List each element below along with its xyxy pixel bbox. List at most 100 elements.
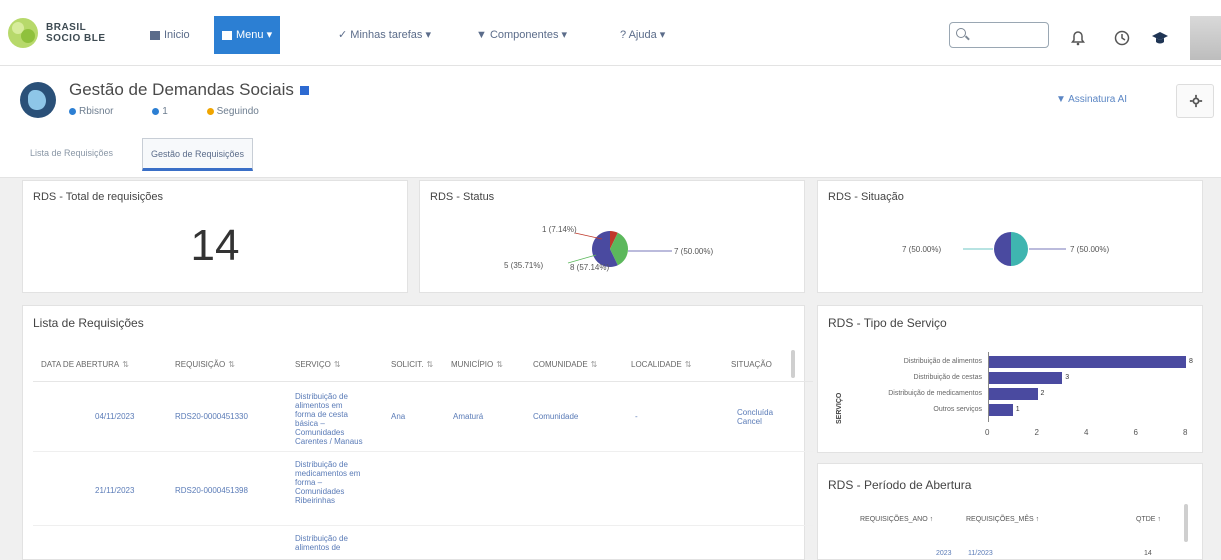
status-label-d: 7 (50.00%) — [674, 247, 714, 256]
th-situacao[interactable]: SITUAÇÃO — [731, 360, 772, 369]
hbar-plot-area: Distribuição de alimentos 8 Distribuição d… — [818, 306, 1204, 454]
search-icon — [956, 28, 966, 38]
th-servico[interactable]: SERVIÇO ⇅ — [295, 360, 341, 369]
cell-comunidade: Comunidade — [533, 412, 579, 421]
x-tick-label: 4 — [1084, 428, 1089, 437]
tipo-servico-chart-panel: RDS - Tipo de Serviço SERVIÇO Distribuiç… — [817, 305, 1203, 453]
nav-minhas-tarefas[interactable]: ✓ Minhas tarefas ▾ — [330, 16, 439, 54]
cell-situacao[interactable]: Concluída Cancel — [737, 408, 777, 426]
page-title: Gestão de Demandas Sociais — [69, 80, 309, 100]
situacao-label-right: 7 (50.00%) — [1070, 245, 1110, 254]
info-badge-icon[interactable] — [299, 86, 309, 96]
bar-category-label: Outros serviços — [933, 406, 982, 413]
x-tick-label: 8 — [1183, 428, 1188, 437]
user-avatar[interactable] — [1190, 16, 1221, 60]
table-row[interactable]: Distribuição de alimentos de — [33, 526, 813, 560]
periodo-header-ano[interactable]: REQUISIÇÕES_ANO ↑ — [860, 516, 933, 523]
status-label-a: 1 (7.14%) — [542, 225, 577, 234]
x-tick-label: 2 — [1034, 428, 1039, 437]
bar-value-label: 1 — [1015, 406, 1020, 413]
periodo-row-ano: 2023 — [936, 550, 952, 557]
total-requisicoes-card: RDS - Total de requisições 14 — [22, 180, 408, 293]
periodo-row-qtde: 14 — [1144, 550, 1152, 557]
cell-servico[interactable]: Distribuição de alimentos de — [295, 534, 365, 552]
filter-icon: ▼ — [1056, 94, 1069, 105]
situacao-label-left: 7 (50.00%) — [902, 245, 942, 254]
bar-category-label: Distribuição de cestas — [913, 374, 982, 381]
status-label-c: 8 (57.14%) — [570, 263, 610, 272]
table-row[interactable]: 21/11/2023 RDS20-0000451398 Distribuição… — [33, 452, 813, 526]
globe-icon — [20, 82, 56, 118]
header-scrollbar[interactable] — [791, 350, 795, 378]
bar-category-label: Distribuição de medicamentos — [888, 390, 982, 397]
nav-inicio[interactable]: Inicio — [142, 16, 198, 54]
periodo-header-mes[interactable]: REQUISIÇÕES_MÊS ↑ — [966, 516, 1039, 523]
bar[interactable] — [988, 404, 1013, 416]
search-input[interactable] — [949, 22, 1049, 48]
pin-icon: ▼ — [476, 29, 490, 41]
cell-municipio: Amaturá — [453, 412, 484, 421]
logo-leaf-icon — [8, 18, 38, 48]
table-header: DATA DE ABERTURA ⇅ REQUISIÇÃO ⇅ SERVIÇO ⇅ S… — [33, 352, 813, 382]
bar[interactable] — [988, 372, 1063, 384]
meta-owner[interactable]: Rbisnor — [69, 106, 131, 117]
cell-requisicao[interactable]: RDS20-0000451330 — [175, 412, 248, 421]
requisicoes-title: Lista de Requisições — [33, 316, 144, 330]
meta-count[interactable]: 1 — [152, 106, 186, 117]
situacao-leader-lines — [963, 248, 1066, 250]
th-localidade[interactable]: LOCALIDADE ⇅ — [631, 360, 691, 369]
periodo-header-qtde[interactable]: QTDE ↑ — [1136, 516, 1161, 523]
periodo-row-mes: 11/2023 — [968, 550, 993, 557]
th-comunidade[interactable]: COMUNIDADE ⇅ — [533, 360, 597, 369]
settings-button[interactable] — [1176, 84, 1214, 118]
nav-componentes[interactable]: ▼ Componentes ▾ — [468, 16, 575, 54]
tab-gestao-requisicoes[interactable]: Gestão de Requisições — [142, 138, 254, 171]
periodo-title: RDS - Período de Abertura — [828, 478, 972, 492]
bar[interactable] — [988, 388, 1038, 400]
th-data-abertura[interactable]: DATA DE ABERTURA ⇅ — [41, 360, 129, 369]
th-requisicao[interactable]: REQUISIÇÃO ⇅ — [175, 360, 235, 369]
home-icon — [150, 30, 160, 40]
y-axis-line — [988, 352, 989, 422]
cell-localidade: - — [635, 412, 638, 421]
gear-icon — [1189, 94, 1203, 108]
clock-icon[interactable] — [1114, 30, 1130, 46]
nav-menu[interactable]: Menu ▾ — [214, 16, 281, 54]
brand-text: BRASIL SOCIO BLE — [46, 22, 106, 44]
top-navbar: BRASIL SOCIO BLE Inicio Menu ▾ ✓ Minhas … — [0, 0, 1221, 66]
cell-requisicao[interactable]: RDS20-0000451398 — [175, 486, 248, 495]
total-value: 14 — [190, 221, 240, 270]
bar-category-label: Distribuição de alimentos — [903, 358, 982, 365]
graduation-cap-icon[interactable] — [1152, 30, 1168, 46]
subscribe-link[interactable]: ▼ Assinatura AI — [1056, 94, 1127, 105]
status-label-b: 5 (35.71%) — [504, 261, 544, 270]
bell-icon[interactable] — [1070, 30, 1086, 46]
periodo-scrollbar[interactable] — [1184, 504, 1188, 542]
page-meta: Rbisnor 1 Seguindo — [69, 106, 295, 117]
status-card: RDS - Status 1 (7.14%) 5 (35.71%) 8 (57.… — [419, 180, 805, 293]
x-tick-label: 6 — [1133, 428, 1138, 437]
check-icon: ✓ — [338, 29, 351, 41]
cell-servico[interactable]: Distribuição de alimentos em forma de ce… — [295, 392, 365, 446]
bar[interactable] — [988, 356, 1186, 368]
bar-value-label: 3 — [1065, 374, 1070, 381]
nav-ajuda[interactable]: ? Ajuda ▾ — [612, 16, 673, 54]
meta-status[interactable]: Seguindo — [206, 106, 277, 117]
cell-date: 21/11/2023 — [95, 486, 135, 495]
x-tick-label: 0 — [985, 428, 990, 437]
table-row[interactable]: 04/11/2023 RDS20-0000451330 Distribuição… — [33, 384, 813, 452]
status-leader-lines — [567, 232, 672, 264]
th-solicitante[interactable]: SOLICIT. ⇅ — [391, 360, 433, 369]
bar-value-label: 2 — [1040, 390, 1045, 397]
cell-date: 04/11/2023 — [95, 412, 135, 421]
th-municipio[interactable]: MUNICÍPIO ⇅ — [451, 360, 503, 369]
tab-lista-requisicoes[interactable]: Lista de Requisições — [22, 138, 121, 171]
bar-value-label: 8 — [1189, 358, 1193, 365]
requisicoes-table-panel: Lista de Requisições DATA DE ABERTURA ⇅ R… — [22, 305, 813, 560]
brand-logo[interactable]: BRASIL SOCIO BLE — [6, 14, 118, 56]
total-card-title: RDS - Total de requisições — [33, 191, 164, 203]
cell-servico[interactable]: Distribuição de medicamentos em forma – … — [295, 460, 365, 505]
help-icon: ? — [620, 29, 629, 41]
page-header: Gestão de Demandas Sociais Rbisnor 1 Seg… — [0, 66, 1221, 178]
periodo-panel: RDS - Período de Abertura REQUISIÇÕES_AN… — [817, 463, 1203, 560]
